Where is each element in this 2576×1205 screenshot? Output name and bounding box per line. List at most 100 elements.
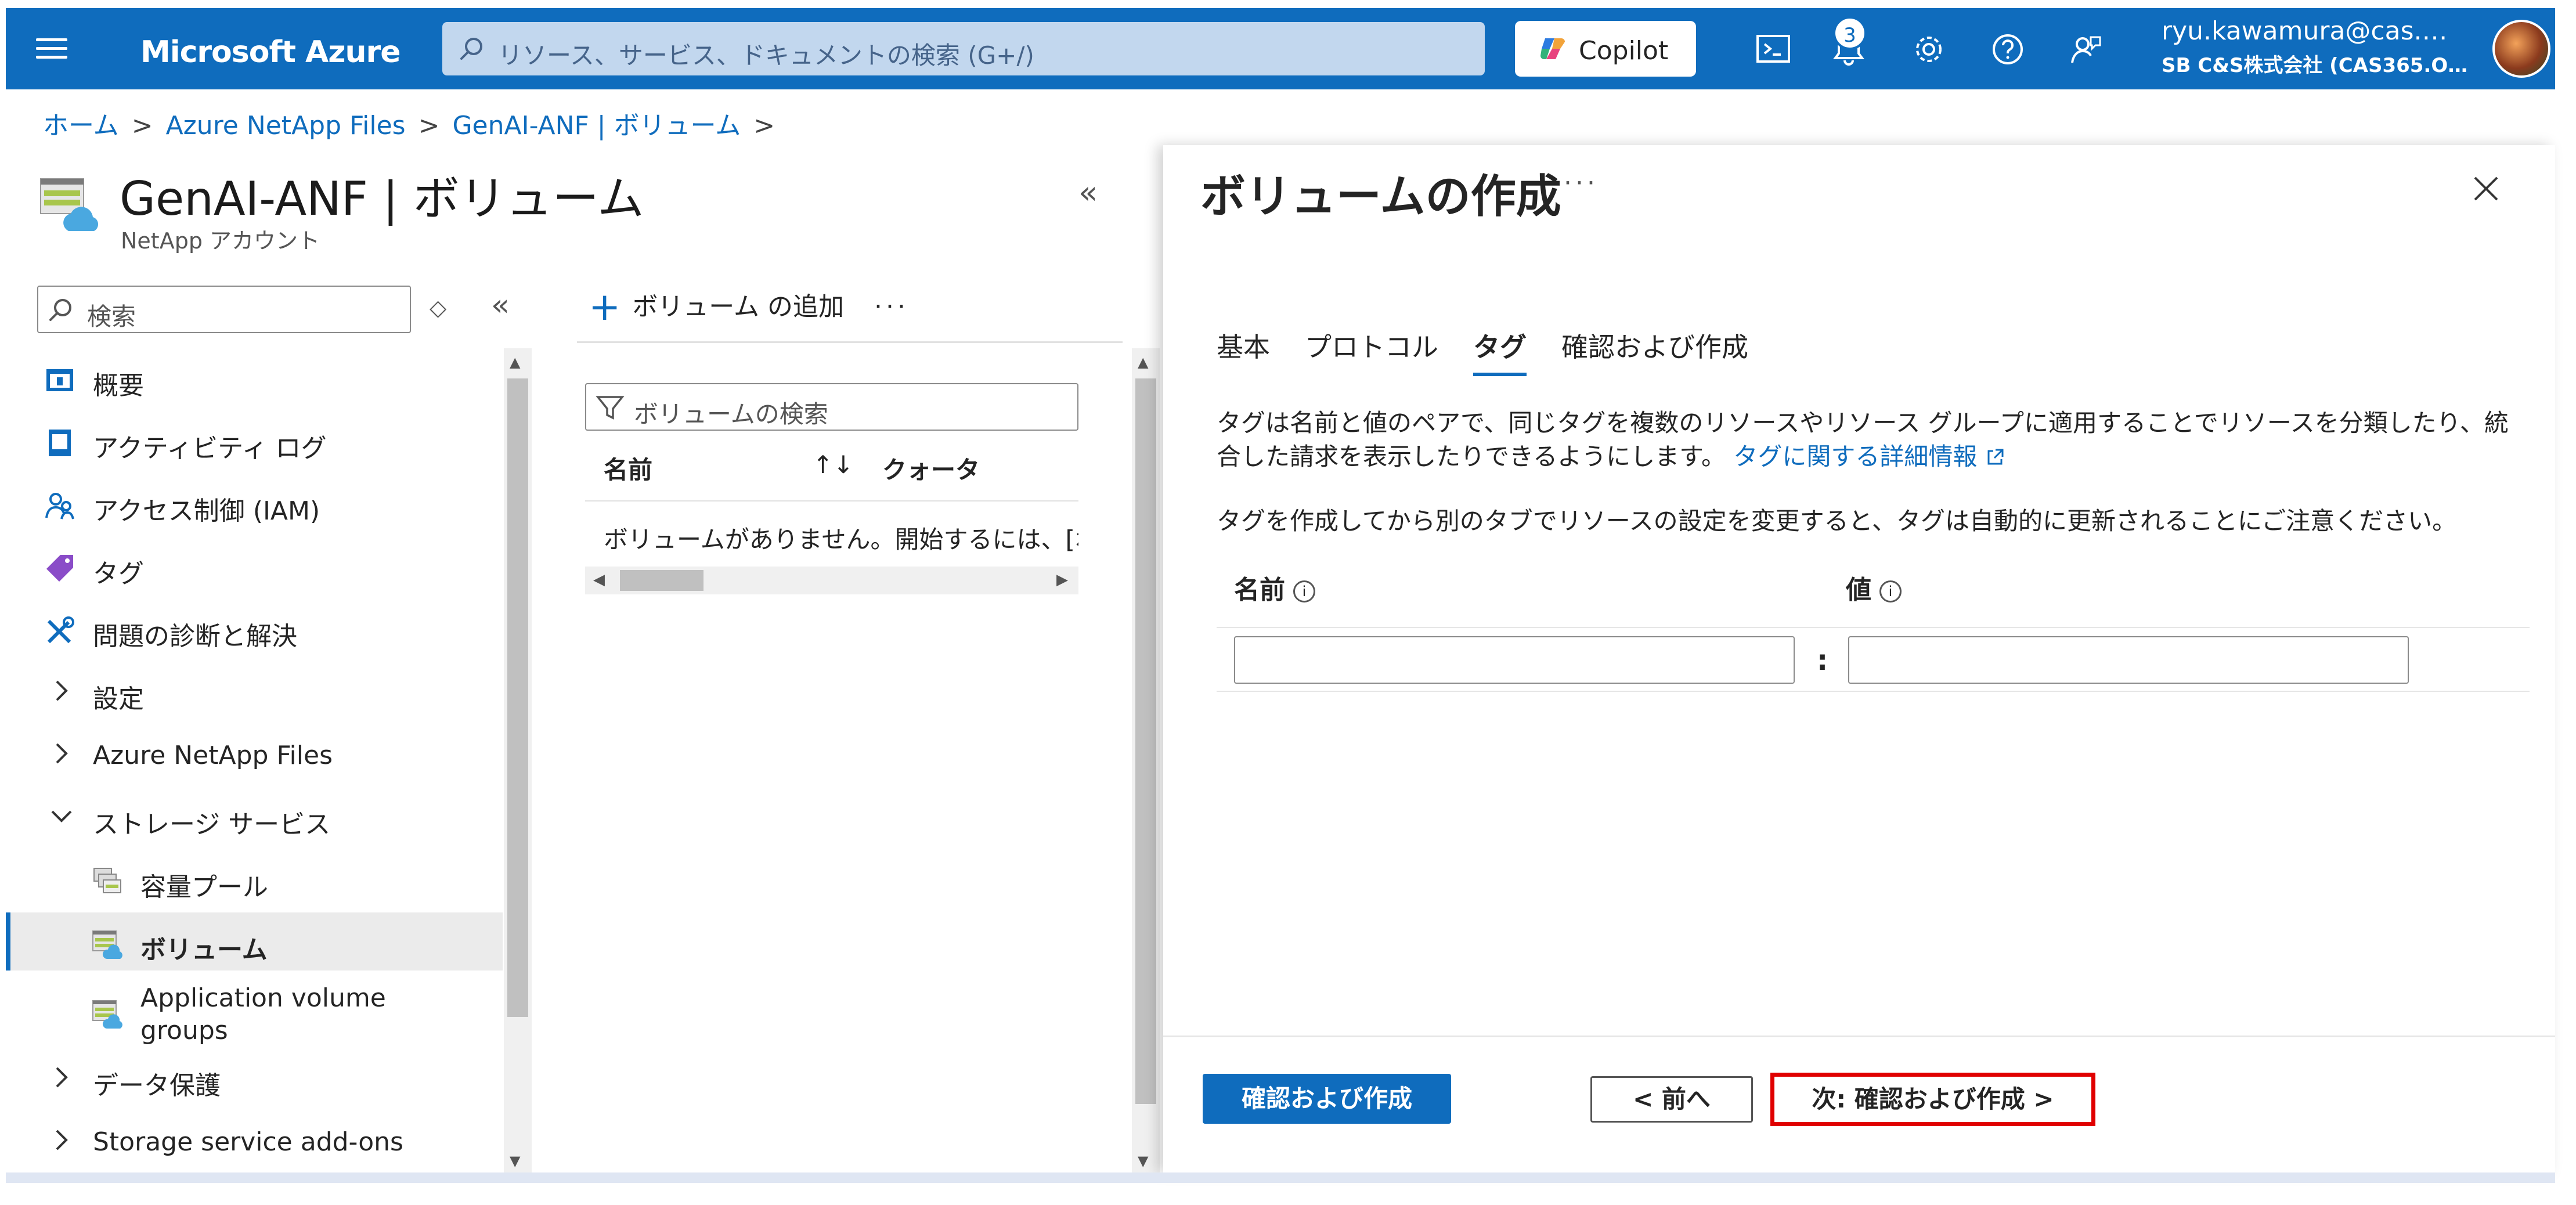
user-tenant: SB C&S株式会社 (CAS365.O… — [2162, 54, 2468, 77]
global-search-input[interactable]: リソース、サービス、ドキュメントの検索 (G+/) — [442, 22, 1485, 75]
sidebar-search-placeholder: 検索 — [87, 302, 136, 331]
header-divider — [585, 500, 1078, 502]
sidebar-item-label: アクティビティ ログ — [93, 434, 327, 463]
tag-name-input[interactable] — [1234, 636, 1795, 684]
next-button-label: 次: 確認および作成 > — [1812, 1085, 2054, 1113]
feedback-icon[interactable] — [2068, 31, 2104, 67]
wizard-tabs: 基本 プロトコル タグ 確認および作成 — [1217, 326, 1783, 376]
info-icon[interactable]: i — [1293, 580, 1315, 602]
breadcrumb-azure-netapp-files[interactable]: Azure NetApp Files — [166, 111, 406, 140]
volume-group-icon — [92, 1000, 122, 1029]
table-horizontal-scrollbar[interactable]: ◀ ▶ — [585, 567, 1078, 594]
content-scrollbar[interactable]: ▲ ▼ — [1132, 348, 1160, 1172]
sidebar-item-tags[interactable]: タグ — [6, 536, 503, 594]
column-header-quota[interactable]: クォータ — [882, 450, 980, 486]
scroll-down-arrow-icon[interactable]: ▼ — [510, 1153, 520, 1169]
capacity-pool-icon — [93, 868, 121, 893]
global-search-placeholder: リソース、サービス、ドキュメントの検索 (G+/) — [498, 41, 1034, 70]
external-link-icon — [1987, 449, 2004, 465]
hamburger-menu-icon[interactable] — [36, 38, 67, 59]
sidebar-item-label: ストレージ サービス — [93, 810, 331, 839]
sidebar-item-iam[interactable]: アクセス制御 (IAM) — [6, 474, 503, 532]
page-subtitle: NetApp アカウント — [121, 228, 320, 254]
collapse-sidebar-button[interactable]: « — [491, 288, 510, 323]
bottom-edge — [6, 1172, 2555, 1183]
sidebar-item-overview[interactable]: 概要 — [6, 348, 503, 406]
tag-value-input[interactable] — [1848, 636, 2409, 684]
sidebar-search-input[interactable]: 検索 — [37, 286, 411, 333]
help-icon[interactable] — [1990, 31, 2026, 67]
sidebar-item-data-protection[interactable]: データ保護 — [6, 1048, 503, 1106]
scroll-right-arrow-icon[interactable]: ▶ — [1056, 571, 1068, 589]
chevron-right-icon — [56, 743, 68, 764]
volume-search-input[interactable]: ボリュームの検索 — [585, 383, 1078, 431]
tab-basics[interactable]: 基本 — [1217, 326, 1270, 373]
sidebar-item-label: 容量プール — [140, 872, 268, 902]
sidebar-item-diagnose[interactable]: 問題の診断と解決 — [6, 599, 503, 657]
breadcrumb: ホーム > Azure NetApp Files > GenAI-ANF | ボリューム… — [43, 104, 788, 142]
tag-icon — [46, 555, 73, 582]
volume-search-placeholder: ボリュームの検索 — [634, 400, 828, 428]
sidebar-item-azure-netapp-files[interactable]: Azure NetApp Files — [6, 724, 503, 782]
scroll-up-arrow-icon[interactable]: ▲ — [510, 354, 520, 370]
scrollbar-thumb[interactable] — [507, 378, 528, 1017]
brand-title[interactable]: Microsoft Azure — [140, 35, 401, 70]
collapse-blade-button[interactable]: « — [1078, 174, 1098, 211]
people-icon — [45, 493, 74, 519]
volume-icon — [92, 930, 122, 959]
chevron-right-icon — [56, 1130, 68, 1150]
sidebar-scrollbar[interactable]: ▲ ▼ — [504, 348, 532, 1172]
plus-icon[interactable]: + — [589, 284, 620, 329]
scroll-up-arrow-icon[interactable]: ▲ — [1138, 354, 1148, 370]
add-volume-button[interactable]: ボリューム の追加 — [632, 292, 844, 322]
filter-icon — [596, 396, 625, 420]
cloud-shell-icon[interactable] — [1755, 31, 1791, 67]
tab-protocol[interactable]: プロトコル — [1305, 326, 1438, 373]
sidebar-item-storage-services[interactable]: ストレージ サービス — [6, 787, 503, 845]
sidebar-item-label: 概要 — [93, 371, 144, 401]
footer-divider — [1163, 1036, 2555, 1037]
scrollbar-thumb[interactable] — [620, 570, 703, 591]
create-volume-panel: ボリュームの作成 ··· 基本 プロトコル タグ 確認および作成 タグは名前と値のペア… — [1163, 145, 2555, 1172]
sidebar-item-label: アクセス制御 (IAM) — [93, 496, 320, 526]
expand-collapse-all-icon[interactable]: ◇ — [430, 295, 446, 320]
close-icon[interactable] — [2470, 173, 2502, 204]
info-icon[interactable]: i — [1879, 580, 1902, 602]
scroll-left-arrow-icon[interactable]: ◀ — [593, 571, 605, 589]
panel-more-button[interactable]: ··· — [1564, 168, 1599, 198]
sidebar-item-capacity-pools[interactable]: 容量プール — [6, 850, 503, 908]
breadcrumb-home[interactable]: ホーム — [43, 111, 119, 140]
avatar[interactable] — [2492, 20, 2550, 78]
scroll-down-arrow-icon[interactable]: ▼ — [1138, 1153, 1148, 1169]
tag-name-header: 名前 i — [1234, 569, 1315, 606]
chevron-right-icon — [56, 680, 68, 701]
previous-button[interactable]: < 前へ — [1590, 1076, 1753, 1123]
more-options-button[interactable]: ··· — [874, 292, 909, 322]
sidebar-item-application-volume-groups[interactable]: Application volume groups — [6, 975, 503, 1045]
gear-icon[interactable] — [1911, 31, 1947, 67]
netapp-volume-icon — [40, 178, 99, 231]
next-review-create-button[interactable]: 次: 確認および作成 > — [1770, 1073, 2095, 1126]
tags-learn-more-link[interactable]: タグに関する詳細情報 — [1733, 442, 2004, 471]
sidebar-item-label: 設定 — [93, 684, 144, 714]
breadcrumb-separator: > — [418, 111, 440, 140]
tag-value-header: 値i — [1846, 569, 1902, 606]
sidebar-item-label: ボリューム — [140, 935, 268, 965]
sidebar-item-activity-log[interactable]: アクティビティ ログ — [6, 411, 503, 469]
copilot-button[interactable]: Copilot — [1515, 21, 1696, 77]
toolbar-divider — [577, 341, 1123, 343]
sidebar-item-settings[interactable]: 設定 — [6, 662, 503, 720]
sidebar-item-storage-service-add-ons[interactable]: Storage service add-ons — [6, 1111, 503, 1169]
tab-tags[interactable]: タグ — [1473, 326, 1527, 376]
breadcrumb-genai-anf-volumes[interactable]: GenAI-ANF | ボリューム — [452, 111, 741, 140]
column-header-name[interactable]: 名前 — [604, 450, 652, 486]
account-info[interactable]: ryu.kawamura@cas.… SB C&S株式会社 (CAS365.O… — [2162, 16, 2467, 78]
sidebar-item-volumes[interactable]: ボリューム — [6, 912, 503, 971]
sidebar-nav: 概要 アクティビティ ログ アクセス制御 (IAM) タグ 問題の診断と解決 設… — [6, 348, 503, 1172]
scrollbar-thumb[interactable] — [1135, 378, 1156, 1104]
notification-badge: 3 — [1833, 16, 1867, 50]
review-create-button[interactable]: 確認および作成 — [1203, 1074, 1451, 1124]
sort-icon[interactable]: ↑↓ — [813, 450, 853, 479]
tab-review-create[interactable]: 確認および作成 — [1561, 326, 1748, 373]
sidebar-item-label: Application volume groups — [140, 983, 386, 1045]
